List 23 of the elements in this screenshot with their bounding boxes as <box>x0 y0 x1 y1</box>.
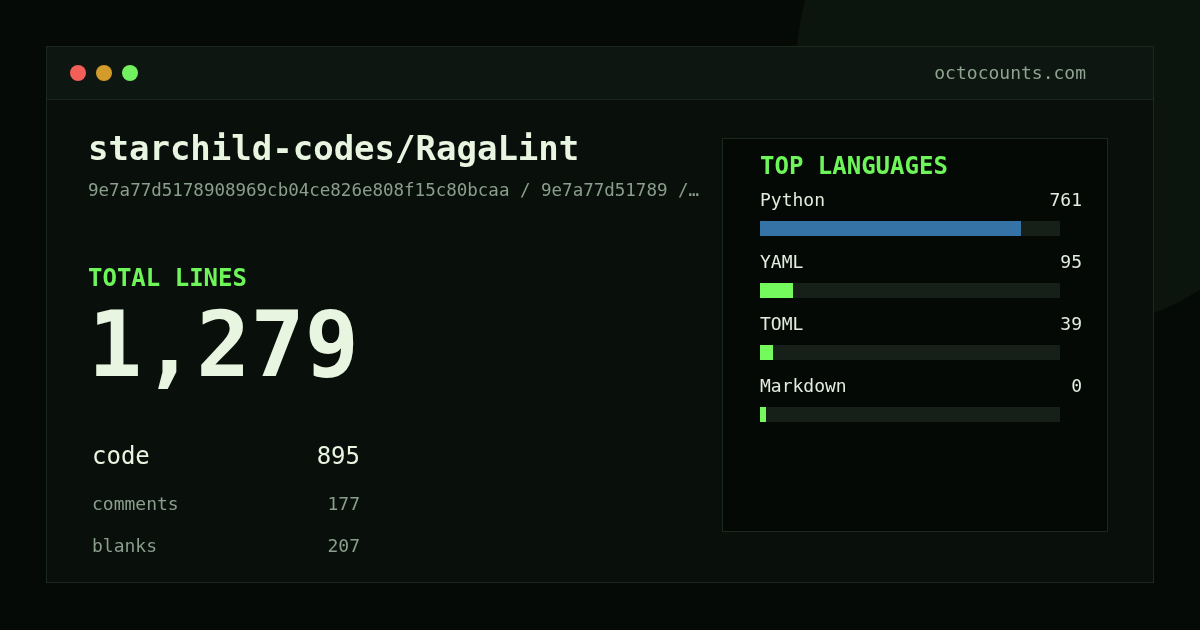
window-control-icon <box>122 65 138 81</box>
stat-label: code <box>92 442 150 470</box>
window-control-icon <box>70 65 86 81</box>
repo-title: starchild-codes/RagaLint <box>88 128 580 168</box>
commit-path: 9e7a77d5178908969cb04ce826e808f15c80bcaa / 9e7a77d51789 /… <box>88 179 700 201</box>
language-count: 39 <box>1060 313 1082 335</box>
language-name: TOML <box>760 313 804 335</box>
stat-label: comments <box>92 493 179 515</box>
language-count: 95 <box>1060 251 1082 273</box>
window-control-icon <box>96 65 112 81</box>
site-url: octocounts.com <box>934 62 1086 84</box>
stat-value: 207 <box>327 535 360 557</box>
language-count: 761 <box>1049 189 1082 211</box>
language-name: YAML <box>760 251 804 273</box>
language-count: 0 <box>1071 375 1082 397</box>
stat-value: 895 <box>316 442 360 470</box>
language-name: Markdown <box>760 375 847 397</box>
stat-label: blanks <box>92 535 158 557</box>
language-name: Python <box>760 189 826 211</box>
stat-value: 177 <box>327 493 360 515</box>
total-value: 1,279 <box>88 300 359 390</box>
panel-title: TOP LANGUAGES <box>760 152 948 180</box>
total-label: TOTAL LINES <box>88 264 247 292</box>
